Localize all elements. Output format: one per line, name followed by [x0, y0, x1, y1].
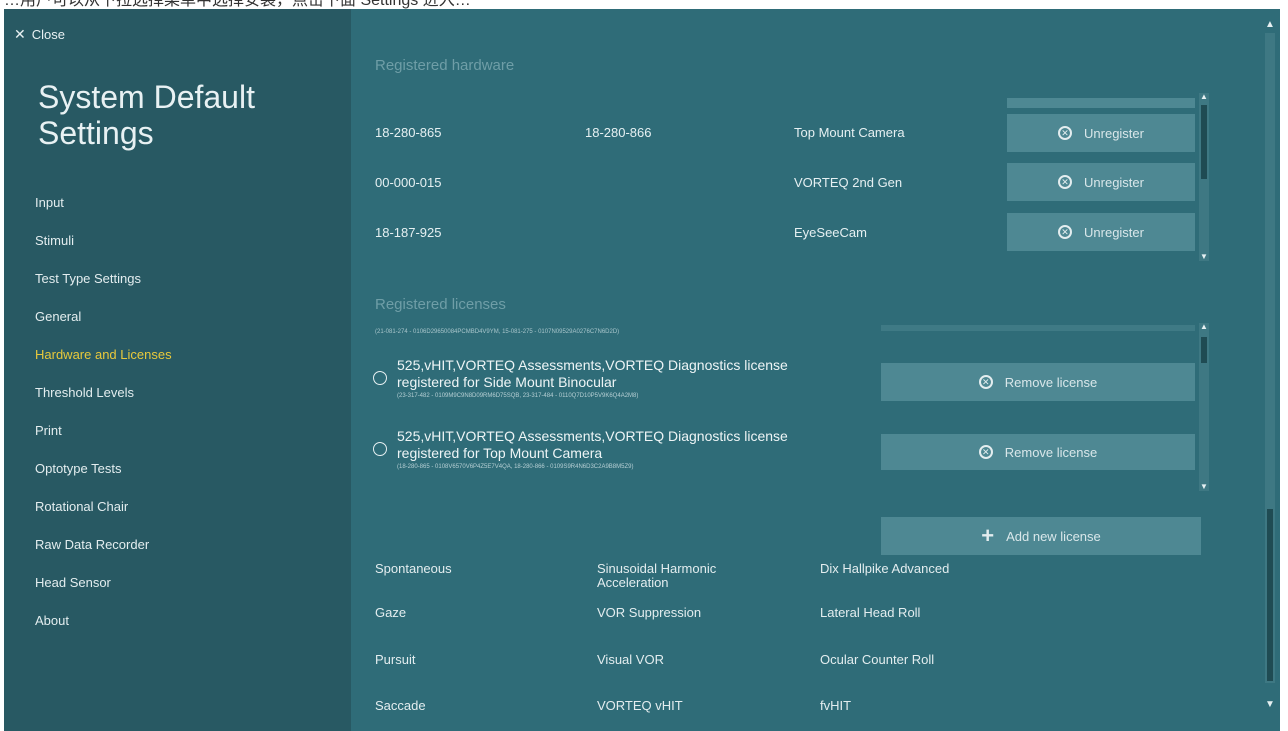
- hardware-scroll-thumb[interactable]: [1201, 105, 1207, 179]
- unregister-button-partial: [1007, 98, 1195, 108]
- license-serial: (23-317-482 - 0109M9C9N8D09RM6D75SQB, 23…: [397, 393, 639, 399]
- sidebar-item-print[interactable]: Print: [35, 423, 172, 461]
- add-new-license-label: Add new license: [1006, 528, 1101, 544]
- licenses-scrollbar[interactable]: ▲ ▼: [1199, 323, 1209, 491]
- remove-license-button[interactable]: ✕ Remove license: [881, 363, 1195, 401]
- license-text-line2: registered for Side Mount Binocular: [397, 374, 617, 390]
- unregister-label: Unregister: [1084, 174, 1144, 190]
- license-text-line2: registered for Top Mount Camera: [397, 445, 603, 461]
- scroll-up-icon[interactable]: ▲: [1199, 93, 1209, 101]
- sidebar: ✕ Close System Default Settings Input St…: [4, 9, 351, 731]
- hardware-device: EyeSeeCam: [794, 225, 867, 240]
- sidebar-item-head-sensor[interactable]: Head Sensor: [35, 575, 172, 613]
- plus-icon: +: [981, 523, 995, 548]
- test-fvhit[interactable]: fvHIT: [820, 699, 851, 713]
- sidebar-item-rotational-chair[interactable]: Rotational Chair: [35, 499, 172, 537]
- page-scroll-thumb[interactable]: [1267, 509, 1273, 681]
- remove-circle-icon: ✕: [1058, 225, 1073, 239]
- unregister-button[interactable]: ✕ Unregister: [1007, 213, 1195, 251]
- test-ocular-counter-roll[interactable]: Ocular Counter Roll: [820, 653, 934, 667]
- sidebar-nav: Input Stimuli Test Type Settings General…: [35, 195, 172, 651]
- license-serial-partial: (21-081-274 - 0106D29650084PCMBD4V9YM, 1…: [375, 329, 620, 335]
- settings-window: ✕ Close System Default Settings Input St…: [4, 9, 1280, 731]
- test-gaze[interactable]: Gaze: [375, 606, 406, 620]
- sidebar-item-hardware-and-licenses[interactable]: Hardware and Licenses: [35, 347, 172, 385]
- remove-license-label: Remove license: [1004, 374, 1098, 390]
- remove-circle-icon: ✕: [978, 375, 993, 389]
- hardware-device: VORTEQ 2nd Gen: [794, 175, 903, 190]
- license-text: 525,vHIT,VORTEQ Assessments,VORTEQ Diagn…: [397, 357, 877, 391]
- remove-circle-icon: ✕: [1058, 126, 1073, 140]
- registered-licenses-title: Registered licenses: [375, 296, 506, 313]
- scroll-down-icon[interactable]: ▼: [1199, 253, 1209, 261]
- close-icon: ✕: [14, 26, 26, 42]
- hardware-serial-1: 18-187-925: [375, 225, 442, 240]
- license-radio[interactable]: [373, 371, 387, 385]
- caption-text: …用户可以从下拉选择菜单中选择安装，点击下面 Settings 进入…: [4, 0, 471, 9]
- remove-license-label: Remove license: [1004, 444, 1098, 460]
- add-new-license-button[interactable]: + Add new license: [881, 517, 1201, 555]
- remove-license-button-partial: [881, 325, 1195, 331]
- sidebar-item-raw-data-recorder[interactable]: Raw Data Recorder: [35, 537, 172, 575]
- close-label: Close: [31, 27, 65, 42]
- scroll-down-icon[interactable]: ▼: [1199, 483, 1209, 491]
- scroll-down-icon[interactable]: ▼: [1264, 699, 1276, 710]
- hardware-serial-2: 18-280-866: [585, 125, 652, 140]
- hardware-serial-1: 00-000-015: [375, 175, 442, 190]
- test-lateral-head-roll[interactable]: Lateral Head Roll: [820, 606, 920, 620]
- sidebar-item-input[interactable]: Input: [35, 195, 172, 233]
- test-sinusoidal-harmonic-acceleration[interactable]: Sinusoidal Harmonic Acceleration: [597, 562, 777, 590]
- test-vorteq-vhit[interactable]: VORTEQ vHIT: [597, 699, 683, 713]
- hardware-device: Top Mount Camera: [794, 125, 905, 140]
- sidebar-item-about[interactable]: About: [35, 613, 172, 651]
- remove-circle-icon: ✕: [978, 445, 993, 459]
- license-serial: (18-280-865 - 0108V6570V6P4Z5E7V4QA, 18-…: [397, 464, 634, 470]
- sidebar-item-general[interactable]: General: [35, 309, 172, 347]
- scroll-up-icon[interactable]: ▲: [1199, 323, 1209, 331]
- sidebar-item-threshold-levels[interactable]: Threshold Levels: [35, 385, 172, 423]
- registered-hardware-title: Registered hardware: [375, 57, 515, 74]
- licenses-scroll-thumb[interactable]: [1201, 337, 1207, 363]
- sidebar-item-test-type-settings[interactable]: Test Type Settings: [35, 271, 172, 309]
- test-dix-hallpike-advanced[interactable]: Dix Hallpike Advanced: [820, 562, 949, 576]
- test-pursuit[interactable]: Pursuit: [375, 653, 415, 667]
- page-scrollbar[interactable]: ▲ ▼: [1260, 9, 1280, 731]
- license-text: 525,vHIT,VORTEQ Assessments,VORTEQ Diagn…: [397, 428, 877, 462]
- test-saccade[interactable]: Saccade: [375, 699, 426, 713]
- sidebar-item-stimuli[interactable]: Stimuli: [35, 233, 172, 271]
- unregister-button[interactable]: ✕ Unregister: [1007, 163, 1195, 201]
- test-visual-vor[interactable]: Visual VOR: [597, 653, 664, 667]
- remove-circle-icon: ✕: [1058, 175, 1073, 189]
- close-button[interactable]: ✕ Close: [14, 26, 65, 43]
- hardware-serial-1: 18-280-865: [375, 125, 442, 140]
- remove-license-button[interactable]: ✕ Remove license: [881, 434, 1195, 470]
- test-vor-suppression[interactable]: VOR Suppression: [597, 606, 701, 620]
- test-spontaneous[interactable]: Spontaneous: [375, 562, 452, 576]
- hardware-scrollbar[interactable]: ▲ ▼: [1199, 93, 1209, 261]
- license-radio[interactable]: [373, 442, 387, 456]
- scroll-up-icon[interactable]: ▲: [1264, 19, 1276, 30]
- license-text-line1: 525,vHIT,VORTEQ Assessments,VORTEQ Diagn…: [397, 357, 788, 373]
- unregister-label: Unregister: [1084, 224, 1144, 240]
- unregister-label: Unregister: [1084, 125, 1144, 141]
- page-title: System Default Settings: [38, 79, 255, 151]
- unregister-button[interactable]: ✕ Unregister: [1007, 114, 1195, 152]
- license-text-line1: 525,vHIT,VORTEQ Assessments,VORTEQ Diagn…: [397, 428, 788, 444]
- sidebar-item-optotype-tests[interactable]: Optotype Tests: [35, 461, 172, 499]
- main-panel: Registered hardware 18-280-865 18-280-86…: [351, 9, 1255, 731]
